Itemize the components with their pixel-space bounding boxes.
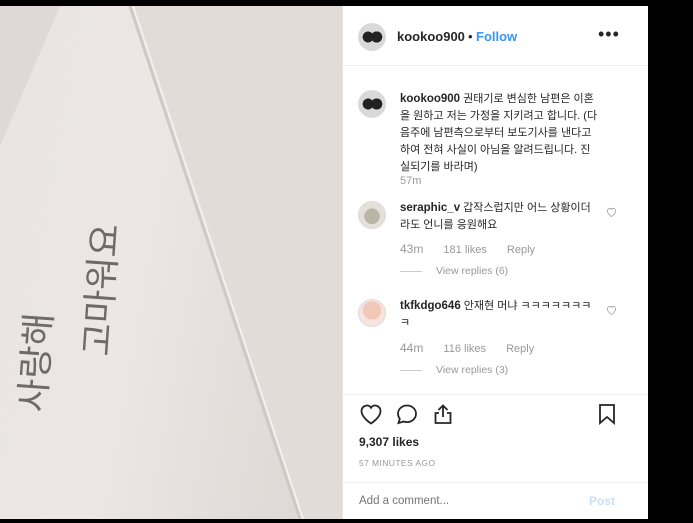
share-icon[interactable] (431, 403, 455, 425)
comment-like-icon[interactable] (606, 207, 617, 217)
view-replies-line (400, 270, 422, 272)
view-replies-label: View replies (6) (436, 265, 509, 277)
comment-like-icon[interactable] (606, 305, 617, 315)
post-header: kookoo900 • Follow ••• (343, 6, 648, 66)
comment-meta: 44m 116 likes Reply (400, 341, 551, 355)
view-replies-button[interactable]: View replies (6) (400, 265, 508, 277)
comment-username[interactable]: seraphic_v (400, 202, 460, 214)
view-replies-button[interactable]: View replies (3) (400, 364, 508, 376)
paper-fold-shading (0, 6, 342, 519)
comment-likes[interactable]: 116 likes (443, 343, 486, 355)
view-replies-line (400, 369, 422, 371)
comment-meta: 43m 181 likes Reply (400, 242, 552, 256)
header-separator: • (468, 29, 473, 44)
caption-avatar[interactable] (358, 90, 386, 118)
post-caption: kookoo900 권태기로 변심한 남편은 이혼을 원하고 저는 가정을 지키… (400, 91, 600, 176)
comment-avatar[interactable] (358, 201, 386, 229)
comment-avatar[interactable] (358, 299, 386, 327)
comment-time: 43m (400, 242, 424, 256)
comment: tkfkdgo646 안재현 머냐 ㅋㅋㅋㅋㅋㅋㅋㅋ (400, 298, 600, 332)
handwriting-line-1: 사랑해 (12, 311, 61, 414)
comment: seraphic_v 갑작스럽지만 어느 상황이더라도 언니를 응원해요 (400, 200, 600, 234)
like-heart-icon[interactable] (359, 403, 383, 425)
likes-count[interactable]: 9,307 likes (359, 435, 419, 449)
post-comment-button[interactable]: Post (589, 494, 615, 508)
caption-time: 57m (400, 175, 422, 187)
comment-username[interactable]: tkfkdgo646 (400, 300, 461, 312)
view-replies-label: View replies (3) (436, 364, 509, 376)
screenshot-frame: 사랑해 고마워요 kookoo900 • Follow ••• kookoo90… (0, 0, 693, 523)
author-username[interactable]: kookoo900 (397, 29, 465, 44)
follow-button[interactable]: Follow (476, 29, 517, 44)
reply-button[interactable]: Reply (507, 244, 535, 256)
author-avatar[interactable] (358, 23, 386, 51)
more-options-icon[interactable]: ••• (598, 24, 620, 45)
post-side-panel: kookoo900 • Follow ••• kookoo900 권태기로 변심… (342, 6, 648, 519)
caption-username[interactable]: kookoo900 (400, 93, 460, 105)
post-photo: 사랑해 고마워요 (0, 6, 342, 519)
comment-box: Post (343, 482, 648, 521)
comment-bubble-icon[interactable] (395, 403, 419, 425)
caption-text: 권태기로 변심한 남편은 이혼을 원하고 저는 가정을 지키려고 합니다. (다… (400, 93, 598, 173)
add-comment-input[interactable] (359, 495, 559, 507)
handwriting-line-2: 고마워요 (76, 222, 128, 358)
reply-button[interactable]: Reply (506, 343, 534, 355)
comment-likes[interactable]: 181 likes (443, 244, 486, 256)
comment-time: 44m (400, 341, 424, 355)
posted-time: 57 MINUTES AGO (359, 458, 436, 468)
bookmark-icon[interactable] (597, 403, 617, 425)
post-actions: 9,307 likes 57 MINUTES AGO Post (343, 394, 648, 520)
